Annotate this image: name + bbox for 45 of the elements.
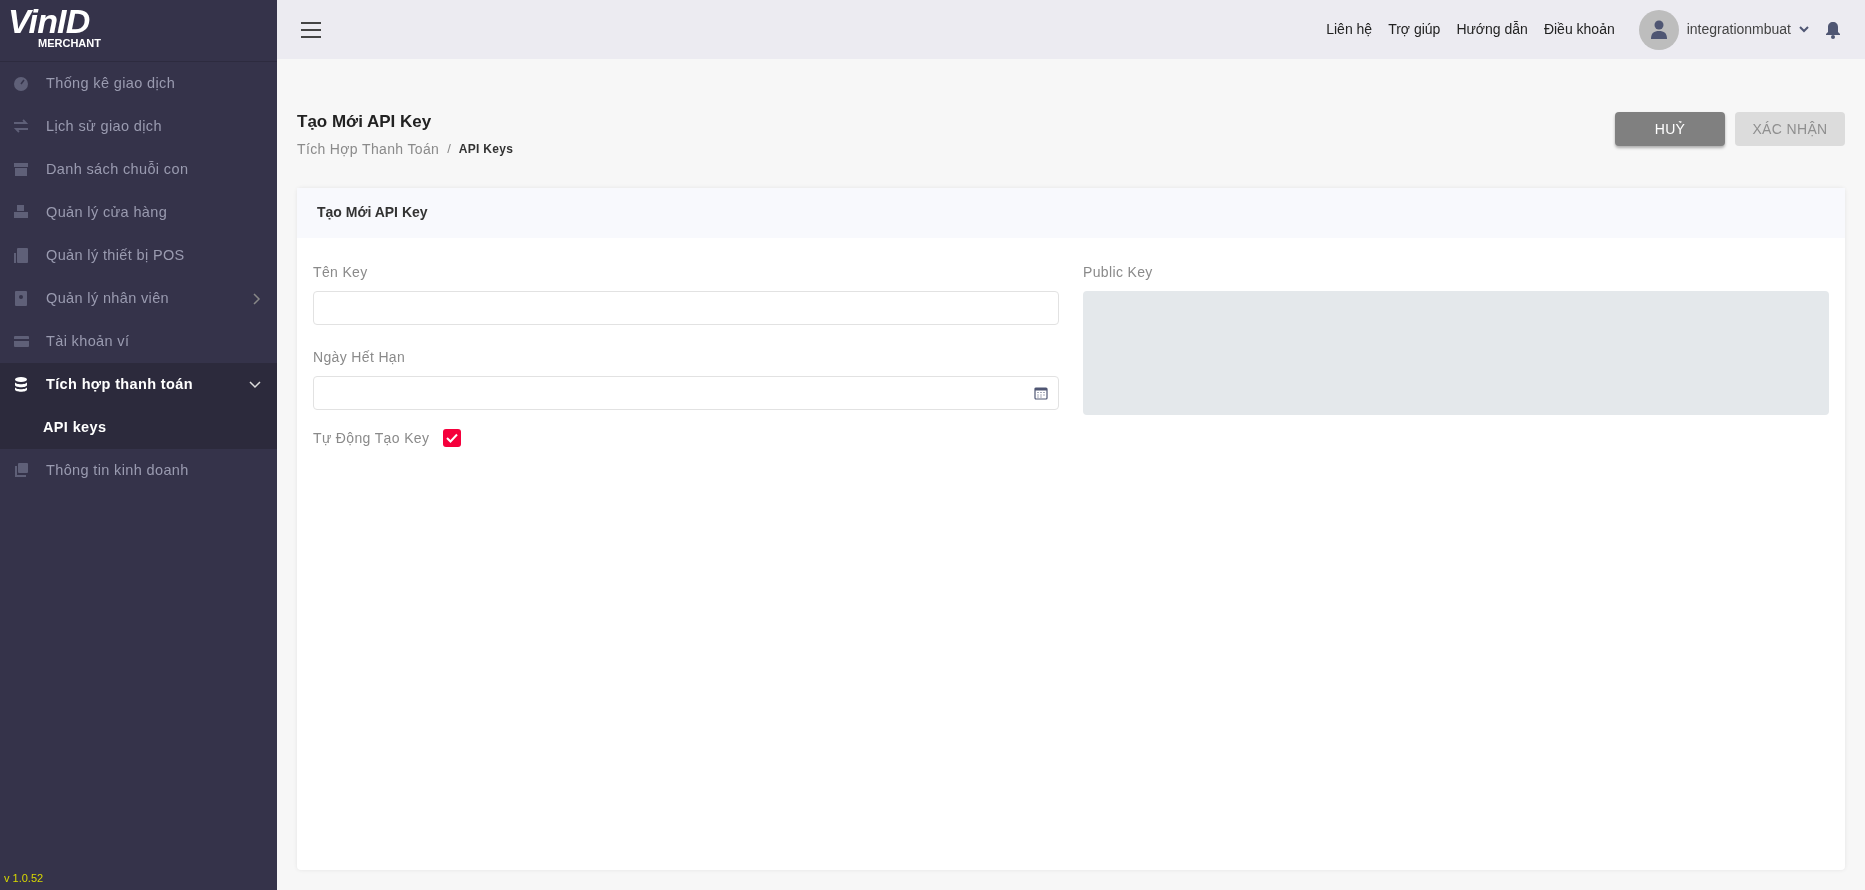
sidebar-subitem[interactable]: API keys (0, 406, 277, 449)
version-label: v 1.0.52 (3, 870, 45, 886)
field-label: Tên Key (313, 262, 369, 282)
user-name[interactable]: integrationmbuat (1686, 19, 1791, 40)
store-icon (13, 161, 29, 178)
sidebar-item[interactable]: Quản lý thiết bị POS (0, 234, 277, 277)
gauge-icon (13, 75, 29, 92)
sidebar-item[interactable]: Lịch sử giao dịch (0, 105, 277, 148)
swap-arrows-icon (13, 118, 29, 135)
sidebar-item[interactable]: Quản lý cửa hàng (0, 191, 277, 234)
cancel-button[interactable]: HUỶ (1615, 112, 1725, 146)
sidebar-item[interactable]: Quản lý nhân viên (0, 277, 277, 320)
logo-subtitle: MERCHANT (37, 38, 102, 49)
card-icon (13, 333, 29, 350)
checkbox[interactable] (443, 429, 462, 447)
notification-bell-icon[interactable] (1825, 20, 1841, 39)
chevron-right-icon (253, 292, 261, 305)
card-title: Tạo Mới API Key (317, 203, 428, 222)
logo-title: VinID (8, 4, 90, 38)
breadcrumb-link[interactable]: Tích Hợp Thanh Toán (297, 138, 440, 160)
copy-icon (13, 462, 29, 479)
boxes-icon (13, 204, 29, 221)
header-link[interactable]: Liên hệ (1326, 19, 1373, 40)
breadcrumb-separator: / (447, 140, 451, 159)
pos-device-icon (13, 247, 29, 264)
chevron-down-icon (249, 380, 261, 389)
sidebar-item[interactable]: Tài khoản ví (0, 320, 277, 363)
id-badge-icon (13, 290, 29, 307)
field-label: Ngày Hết Hạn (313, 347, 407, 367)
header-link[interactable]: Trợ giúp (1388, 19, 1441, 40)
input-field[interactable] (313, 290, 1059, 325)
menu-icon[interactable] (301, 21, 321, 38)
date-field[interactable] (313, 375, 1059, 410)
sidebar-item[interactable]: Thống kê giao dịch (0, 62, 277, 105)
sidebar-item[interactable]: Danh sách chuỗi con (0, 148, 277, 191)
sidebar-item[interactable]: Thông tin kinh doanh (0, 449, 277, 492)
field-label: Tự Động Tạo Key (313, 428, 430, 448)
database-icon (13, 376, 29, 393)
header-link[interactable]: Điều khoản (1543, 19, 1615, 40)
field-label: Public Key (1083, 262, 1154, 282)
avatar-icon[interactable] (1638, 9, 1679, 50)
calendar-icon[interactable] (1034, 385, 1048, 400)
page-title: Tạo Mới API Key (297, 111, 433, 133)
header-link[interactable]: Hướng dẫn (1456, 19, 1528, 40)
caret-icon[interactable] (1799, 26, 1809, 33)
